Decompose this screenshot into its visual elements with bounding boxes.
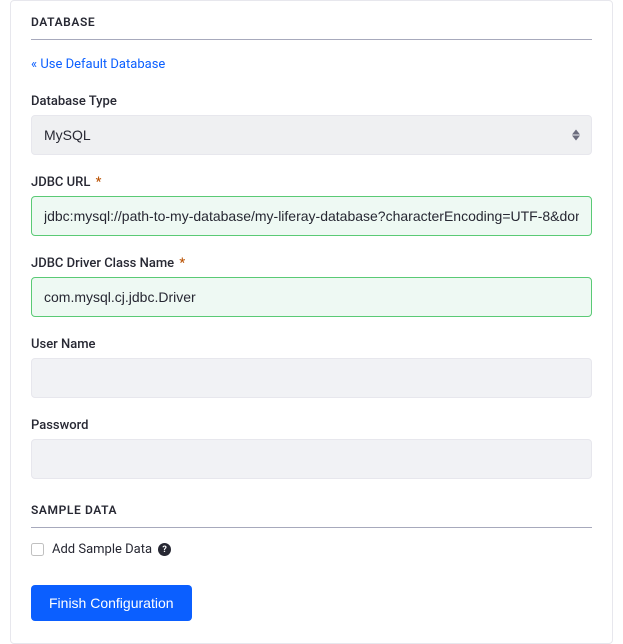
add-sample-data-row: Add Sample Data ? bbox=[31, 542, 592, 557]
finish-configuration-button[interactable]: Finish Configuration bbox=[31, 585, 192, 621]
jdbc-url-group: JDBC URL * bbox=[31, 175, 592, 236]
required-indicator: * bbox=[96, 175, 102, 190]
add-sample-data-checkbox[interactable] bbox=[31, 543, 44, 556]
username-label: User Name bbox=[31, 337, 592, 352]
required-indicator: * bbox=[179, 256, 185, 271]
use-default-database-link[interactable]: « Use Default Database bbox=[31, 57, 165, 72]
username-input[interactable] bbox=[31, 358, 592, 398]
jdbc-driver-label: JDBC Driver Class Name * bbox=[31, 256, 592, 271]
help-icon[interactable]: ? bbox=[158, 543, 171, 556]
database-type-select[interactable]: MySQL bbox=[31, 115, 592, 155]
database-type-group: Database Type MySQL bbox=[31, 94, 592, 155]
database-section-header: DATABASE bbox=[31, 15, 592, 40]
password-input[interactable] bbox=[31, 439, 592, 479]
password-label: Password bbox=[31, 418, 592, 433]
username-group: User Name bbox=[31, 337, 592, 398]
jdbc-url-input[interactable] bbox=[31, 196, 592, 236]
jdbc-url-label: JDBC URL * bbox=[31, 175, 592, 190]
add-sample-data-label: Add Sample Data bbox=[52, 542, 152, 557]
jdbc-driver-input[interactable] bbox=[31, 277, 592, 317]
password-group: Password bbox=[31, 418, 592, 479]
jdbc-driver-group: JDBC Driver Class Name * bbox=[31, 256, 592, 317]
database-type-label: Database Type bbox=[31, 94, 592, 109]
sample-data-section-header: SAMPLE DATA bbox=[31, 503, 592, 528]
database-config-panel: DATABASE « Use Default Database Database… bbox=[10, 0, 613, 644]
